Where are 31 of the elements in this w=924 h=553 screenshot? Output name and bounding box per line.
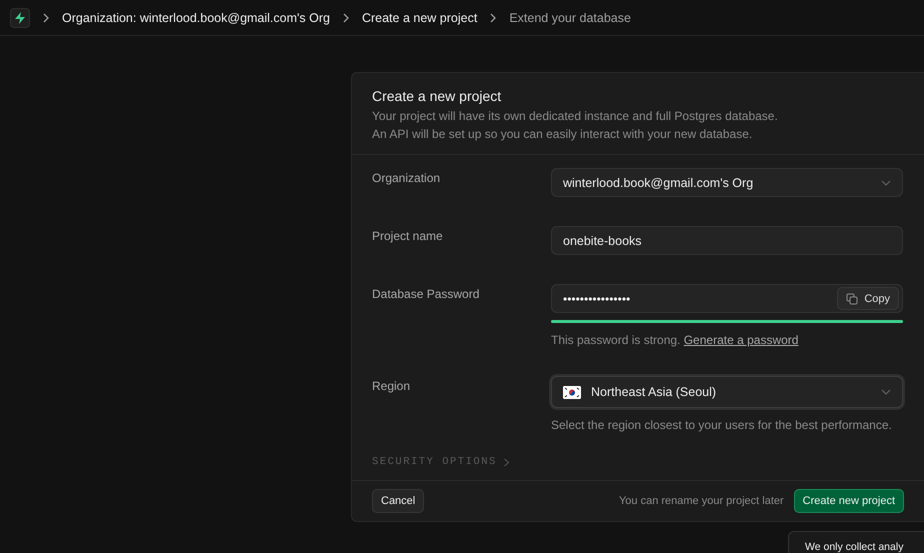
- chevron-down-icon: [881, 389, 891, 395]
- cancel-button[interactable]: Cancel: [372, 489, 424, 513]
- password-field[interactable]: •••••••••••••••• Copy: [551, 284, 903, 313]
- copy-button[interactable]: Copy: [837, 287, 899, 310]
- chevron-right-icon: [502, 458, 510, 466]
- logo-icon[interactable]: [10, 8, 30, 28]
- generate-password-link[interactable]: Generate a password: [684, 333, 798, 347]
- chevron-right-icon: [42, 12, 50, 22]
- chevron-down-icon: [881, 180, 891, 186]
- password-hint: This password is strong. Generate a password: [551, 333, 800, 347]
- toast-text: We only collect analy: [805, 541, 904, 553]
- region-hint: Select the region closest to your users for the best performance.: [551, 418, 893, 432]
- field-label: Project name: [372, 228, 444, 245]
- project-name-field[interactable]: onebite-books: [551, 226, 903, 255]
- card-description: Your project will have its own dedicated instance and full Postgres database.: [372, 108, 779, 125]
- flag-icon: [563, 386, 581, 398]
- region-select[interactable]: Northeast Asia (Seoul): [551, 376, 903, 408]
- card-title: Create a new project: [372, 88, 502, 104]
- breadcrumb-link[interactable]: Create a new project: [362, 10, 478, 24]
- field-label: Database Password: [372, 286, 480, 303]
- field-label: Region: [372, 378, 412, 395]
- rename-note: You can rename your project later: [618, 495, 784, 507]
- chevron-right-icon: [342, 12, 350, 22]
- breadcrumb-link[interactable]: Organization: winterlood.book@gmail.com's Org: [62, 10, 330, 24]
- card-description: An API will be set up so you can easily interact with your new database.: [372, 126, 754, 143]
- breadcrumb-current: Extend your database: [509, 10, 631, 24]
- chevron-right-icon: [489, 12, 498, 22]
- copy-icon: [846, 292, 858, 304]
- field-label: Organization: [372, 170, 442, 187]
- organization-select[interactable]: winterlood.book@gmail.com's Org: [551, 168, 903, 197]
- create-project-button[interactable]: Create new project: [794, 489, 904, 513]
